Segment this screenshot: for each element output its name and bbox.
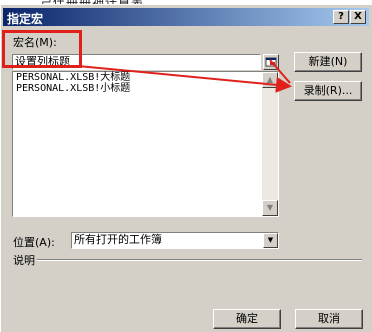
macro-listbox[interactable]: PERSONAL.XLSB!大标题 PERSONAL.XLSB!小标题 ▲ ▼	[12, 71, 279, 217]
dialog-title: 指定宏	[7, 12, 44, 26]
ok-button[interactable]: 确定	[213, 309, 281, 329]
range-collapse-button[interactable]	[263, 54, 279, 70]
description-label: 说明	[13, 254, 35, 267]
scroll-up-button[interactable]: ▲	[262, 72, 278, 88]
location-label: 位置(A):	[13, 236, 55, 249]
scroll-down-icon: ▼	[266, 203, 274, 212]
scroll-up-icon: ▲	[266, 75, 274, 84]
cancel-button[interactable]: 取消	[295, 309, 363, 329]
vertical-scrollbar[interactable]: ▲ ▼	[262, 72, 278, 216]
record-button[interactable]: 录制(R)...	[294, 81, 362, 101]
title-bar[interactable]: 指定宏 ? X	[3, 8, 369, 26]
close-button[interactable]: X	[350, 10, 366, 24]
scroll-down-button[interactable]: ▼	[262, 200, 278, 216]
description-separator	[37, 259, 362, 261]
list-item[interactable]: PERSONAL.XLSB!大标题	[13, 72, 278, 83]
help-button[interactable]: ?	[333, 10, 349, 24]
chevron-down-icon: ▼	[267, 236, 274, 244]
annotation-highlight-box	[2, 30, 82, 68]
new-button[interactable]: 新建(N)	[294, 52, 362, 72]
list-item[interactable]: PERSONAL.XLSB!小标题	[13, 83, 278, 94]
location-select[interactable]: 所有打开的工作簿 ▼	[71, 232, 279, 249]
range-collapse-icon	[265, 57, 277, 67]
location-value: 所有打开的工作簿	[74, 233, 162, 246]
location-dropdown-button[interactable]: ▼	[263, 233, 278, 248]
